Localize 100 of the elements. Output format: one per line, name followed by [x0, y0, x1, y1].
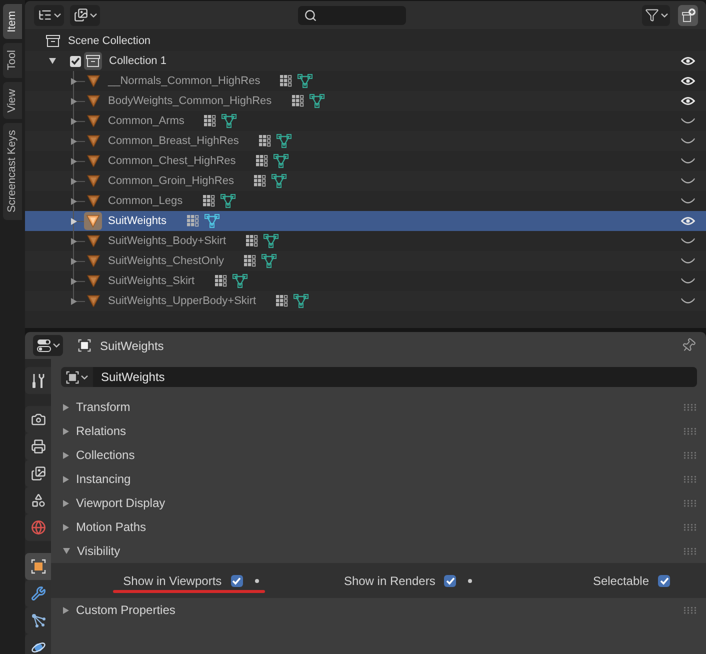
vertex-triangle-icon: [293, 294, 310, 308]
expand-arrow-icon[interactable]: [63, 452, 69, 458]
sidebar-tab[interactable]: Item: [3, 4, 22, 40]
collection-checkbox[interactable]: [70, 56, 81, 66]
eye-icon[interactable]: [681, 96, 695, 106]
vertex-triangle-icon: [297, 74, 314, 88]
dot-icon[interactable]: [254, 578, 259, 582]
search-field[interactable]: [298, 6, 406, 24]
closed-eye-icon[interactable]: [681, 158, 695, 164]
archive-box-icon: [46, 35, 60, 47]
square-icon: [66, 370, 79, 384]
grip-icon[interactable]: [684, 524, 697, 530]
dot-icon[interactable]: [468, 578, 472, 582]
blocks-icon: [280, 75, 292, 87]
object-name: Common_Chest_HighRes: [108, 155, 236, 167]
camera-icon: [30, 412, 46, 427]
expand-arrow-icon[interactable]: [70, 118, 76, 124]
vertex-triangle-icon: [232, 274, 248, 288]
globe-icon: [30, 520, 46, 535]
context-label: SuitWeights: [100, 338, 164, 352]
closed-eye-icon[interactable]: [681, 178, 695, 184]
expand-arrow-icon[interactable]: [70, 258, 76, 264]
orbit-icon: [30, 640, 46, 654]
expand-arrow-icon[interactable]: [70, 78, 76, 84]
editor-type-button[interactable]: [33, 335, 63, 356]
closed-eye-icon[interactable]: [681, 198, 695, 204]
properties-tab[interactable]: [25, 553, 51, 580]
grip-icon[interactable]: [684, 476, 697, 482]
expand-arrow-icon[interactable]: [63, 428, 69, 434]
expand-arrow-icon[interactable]: [63, 524, 69, 530]
toggles-icon: [36, 339, 50, 352]
display-mode-button[interactable]: [34, 4, 64, 26]
object-name: __Normals_Common_HighRes: [108, 75, 260, 87]
blocks-icon: [256, 155, 268, 167]
sidebar-tab[interactable]: Screencast Keys: [3, 123, 22, 220]
vertex-triangle-icon: [308, 94, 325, 108]
filter-icon: [644, 8, 658, 22]
option-label: Show in Renders: [344, 574, 436, 588]
collection-name: Collection 1: [109, 55, 166, 67]
object-name: SuitWeights_UpperBody+Skirt: [108, 295, 256, 307]
printer-icon: [30, 439, 46, 454]
name-field[interactable]: SuitWeights: [93, 367, 697, 387]
blocks-icon: [214, 275, 227, 287]
filter-button[interactable]: [642, 4, 670, 26]
expand-arrow-icon[interactable]: [70, 298, 76, 304]
outliner-row[interactable]: SuitWeights: [25, 211, 706, 231]
properties-tab[interactable]: [25, 634, 51, 654]
expand-arrow-icon[interactable]: [49, 58, 56, 64]
wrench-icon: [30, 586, 46, 601]
expand-arrow-icon[interactable]: [63, 500, 69, 506]
closed-eye-icon[interactable]: [681, 238, 695, 244]
object-name: Common_Legs: [108, 195, 183, 207]
grip-icon[interactable]: [684, 500, 697, 506]
blocks-icon: [276, 295, 288, 307]
square-icon: [78, 339, 91, 352]
option-checkbox[interactable]: [444, 574, 456, 586]
closed-eye-icon[interactable]: [681, 118, 695, 124]
closed-eye-icon[interactable]: [681, 258, 695, 264]
blocks-icon: [254, 175, 266, 187]
grip-icon[interactable]: [684, 428, 697, 434]
object-type-dropdown[interactable]: [61, 367, 93, 387]
blocks-icon: [202, 195, 215, 207]
sidebar-tab[interactable]: View: [3, 82, 22, 120]
expand-arrow-icon[interactable]: [70, 158, 76, 164]
object-name: Common_Groin_HighRes: [108, 175, 234, 187]
properties-tab[interactable]: [25, 406, 51, 433]
expand-arrow-icon[interactable]: [63, 606, 69, 614]
expand-arrow-icon[interactable]: [70, 278, 76, 284]
expand-arrow-icon[interactable]: [70, 138, 76, 144]
expand-arrow-icon[interactable]: [70, 238, 76, 244]
expand-arrow-icon[interactable]: [70, 98, 76, 104]
option-checkbox[interactable]: [230, 574, 243, 586]
expand-arrow-icon[interactable]: [63, 548, 70, 554]
checkmark-icon: [71, 57, 80, 65]
eye-icon[interactable]: [681, 216, 695, 226]
expand-arrow-icon[interactable]: [63, 476, 69, 482]
grip-icon[interactable]: [684, 452, 697, 458]
view-layer-button[interactable]: [70, 4, 100, 26]
expand-arrow-icon[interactable]: [70, 218, 76, 224]
grip-icon[interactable]: [684, 548, 697, 554]
grip-icon[interactable]: [684, 606, 697, 614]
new-collection-button[interactable]: [678, 4, 698, 26]
closed-eye-icon[interactable]: [681, 278, 695, 284]
eye-icon[interactable]: [681, 56, 695, 66]
vertex-triangle-icon: [276, 134, 292, 148]
properties-tab[interactable]: [25, 367, 51, 394]
eye-icon[interactable]: [681, 76, 695, 86]
expand-arrow-icon[interactable]: [70, 198, 76, 204]
object-name: SuitWeights_Body+Skirt: [108, 235, 226, 247]
checkmark-icon: [660, 576, 668, 584]
expand-arrow-icon[interactable]: [70, 178, 76, 184]
closed-eye-icon[interactable]: [681, 298, 695, 304]
vertex-triangle-icon: [272, 154, 289, 168]
grip-icon[interactable]: [684, 404, 697, 410]
sidebar-tab[interactable]: Tool: [3, 43, 22, 78]
object-name: SuitWeights: [108, 215, 166, 227]
closed-eye-icon[interactable]: [681, 138, 695, 144]
expand-arrow-icon[interactable]: [63, 404, 69, 410]
option-checkbox[interactable]: [658, 574, 670, 586]
blocks-icon: [258, 135, 271, 147]
